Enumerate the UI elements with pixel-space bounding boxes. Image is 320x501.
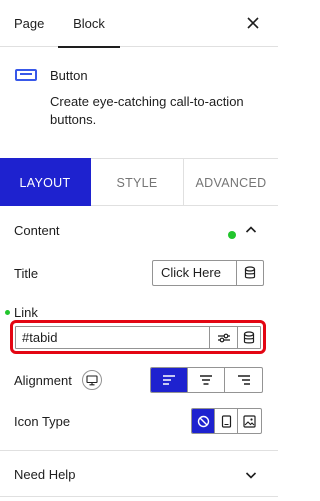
link-modified-dot — [5, 310, 10, 315]
align-center-button[interactable] — [188, 368, 225, 392]
title-label: Title — [14, 266, 39, 281]
align-left-icon — [163, 375, 175, 385]
tab-layout[interactable]: LAYOUT — [0, 158, 91, 206]
link-options-button[interactable] — [210, 327, 238, 348]
responsive-device-button[interactable] — [82, 370, 102, 390]
content-section-header[interactable]: Content — [0, 207, 278, 255]
tab-block[interactable]: Block — [58, 0, 120, 48]
block-card: Button Create eye-catching call-to-actio… — [0, 47, 278, 158]
icon-type-control — [191, 408, 262, 434]
align-left-button[interactable] — [151, 368, 188, 392]
block-description: Create eye-catching call-to-action butto… — [50, 94, 244, 127]
content-section-title: Content — [14, 223, 60, 238]
image-icon — [243, 414, 256, 428]
icon-type-image-button[interactable] — [238, 409, 261, 433]
tab-advanced[interactable]: ADVANCED — [184, 158, 278, 206]
sidebar-tabs: Page Block — [0, 0, 278, 48]
icon-type-none-button[interactable] — [192, 409, 215, 433]
chevron-up-icon[interactable] — [245, 224, 257, 236]
modified-indicator-dot — [228, 231, 236, 239]
align-right-icon — [237, 375, 250, 385]
settings-tabs: LAYOUT STYLE ADVANCED — [0, 158, 278, 206]
link-field[interactable]: #tabid — [15, 326, 261, 349]
tab-block-label: Block — [73, 16, 105, 31]
button-block-icon — [15, 69, 37, 81]
tab-style[interactable]: STYLE — [91, 158, 184, 206]
tablet-icon — [221, 414, 231, 428]
link-dynamic-data-button[interactable] — [238, 327, 260, 348]
help-section-title: Need Help — [14, 467, 76, 482]
icon-type-label: Icon Type — [14, 414, 71, 429]
link-input[interactable]: #tabid — [16, 327, 210, 348]
close-button[interactable] — [244, 14, 262, 32]
chevron-down-icon[interactable] — [245, 469, 257, 481]
title-field[interactable]: Click Here — [152, 260, 264, 286]
alignment-control — [150, 367, 263, 393]
close-icon — [247, 17, 259, 29]
database-icon — [244, 266, 256, 279]
sliders-icon — [217, 333, 230, 342]
ban-icon — [197, 415, 209, 427]
dynamic-data-button[interactable] — [237, 261, 263, 285]
database-icon — [243, 330, 255, 343]
title-input[interactable]: Click Here — [153, 261, 237, 285]
alignment-label: Alignment — [14, 373, 72, 388]
align-center-icon — [200, 375, 212, 385]
tab-page[interactable]: Page — [14, 0, 44, 47]
block-title: Button — [50, 68, 88, 83]
align-right-button[interactable] — [225, 368, 262, 392]
link-label: Link — [14, 305, 38, 320]
help-section-header[interactable]: Need Help — [0, 451, 278, 499]
bottom-divider — [0, 496, 278, 497]
desktop-icon — [86, 374, 98, 385]
icon-type-icon-button[interactable] — [215, 409, 238, 433]
